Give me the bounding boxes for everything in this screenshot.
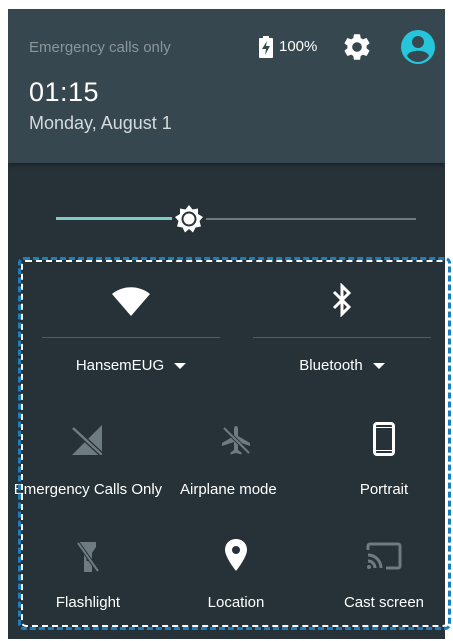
highlight-outline-inner: [21, 260, 448, 627]
battery-charging-icon[interactable]: [259, 36, 273, 58]
brightness-track-empty[interactable]: [203, 218, 416, 220]
settings-gear-icon[interactable]: [341, 31, 373, 63]
date-label[interactable]: Monday, August 1: [29, 113, 172, 134]
brightness-track-filled[interactable]: [56, 217, 176, 220]
brightness-thumb-icon[interactable]: [170, 200, 208, 238]
user-avatar-icon[interactable]: [400, 29, 436, 65]
battery-percent[interactable]: 100%: [279, 38, 317, 55]
carrier-label: Emergency calls only: [29, 39, 171, 56]
clock-time[interactable]: 01:15: [29, 77, 99, 108]
status-header: Emergency calls only 100% 01:15 Monday, …: [8, 9, 445, 163]
